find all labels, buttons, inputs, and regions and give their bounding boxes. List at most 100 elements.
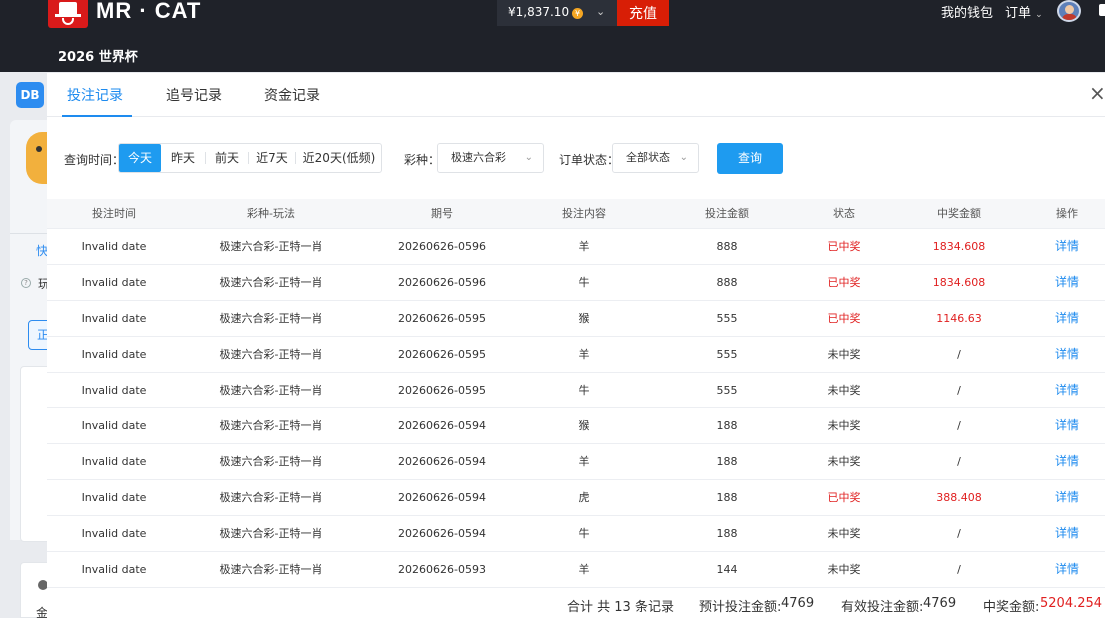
- table-row: Invalid date 极速六合彩-正特一肖 20260626-0595 猴 555 已…: [47, 301, 1105, 337]
- table-row: Invalid date 极速六合彩-正特一肖 20260626-0595 羊 555 未…: [47, 337, 1105, 373]
- table-row: Invalid date 极速六合彩-正特一肖 20260626-0596 羊 888 已…: [47, 229, 1105, 265]
- detail-link[interactable]: 详情: [1037, 229, 1097, 264]
- total-records-text: 合计 共 13 条记录: [567, 600, 674, 615]
- cell-status: 未中奖: [827, 347, 861, 361]
- detail-link[interactable]: 详情: [1037, 373, 1097, 408]
- lottery-select[interactable]: 极速六合彩 ⌄: [437, 143, 544, 173]
- cell-bet-time: Invalid date: [81, 240, 147, 253]
- orders-menu[interactable]: 订单 ⌄: [1005, 2, 1043, 21]
- close-icon[interactable]: ×: [1089, 83, 1105, 103]
- world-cup-nav-link[interactable]: 2026 世界杯: [58, 46, 138, 65]
- cell-status: 已中奖: [827, 240, 861, 253]
- cell-prize: /: [957, 527, 961, 541]
- cell-issue: 20260626-0594: [398, 491, 486, 505]
- brand-name[interactable]: MR · CAT: [96, 0, 201, 24]
- cell-game: 极速六合彩-正特一肖: [219, 527, 323, 541]
- filter-bar: 查询时间： 今天 昨天 前天 近7天 近20天(低频) 彩种： 极速六合彩 ⌄ …: [47, 143, 1105, 175]
- range-yesterday-button[interactable]: 昨天: [161, 144, 205, 172]
- detail-link[interactable]: 详情: [1037, 552, 1097, 587]
- cell-issue: 20260626-0595: [398, 347, 486, 361]
- chevron-down-icon: ⌄: [524, 152, 533, 163]
- background-divider: [10, 233, 50, 234]
- bell-icon[interactable]: [1099, 4, 1105, 16]
- cell-status: 已中奖: [827, 491, 861, 505]
- recharge-button[interactable]: 充值: [617, 0, 669, 26]
- table-row: Invalid date 极速六合彩-正特一肖 20260626-0593 羊 144 未…: [47, 552, 1105, 588]
- chevron-down-icon: ⌄: [679, 152, 688, 163]
- cell-prize: 1834.608: [932, 240, 986, 253]
- cell-game: 极速六合彩-正特一肖: [219, 275, 323, 289]
- cell-game: 极速六合彩-正特一肖: [219, 491, 323, 505]
- detail-link[interactable]: 详情: [1037, 265, 1097, 300]
- detail-link[interactable]: 详情: [1037, 444, 1097, 479]
- expected-amount-value: 4769: [781, 596, 815, 611]
- detail-link[interactable]: 详情: [1037, 337, 1097, 372]
- col-header-bet-time: 投注时间: [92, 207, 136, 220]
- cell-status: 已中奖: [827, 311, 861, 325]
- detail-link[interactable]: 详情: [1037, 480, 1097, 515]
- cell-content: 羊: [578, 240, 590, 253]
- cell-game: 极速六合彩-正特一肖: [219, 419, 323, 433]
- chevron-down-icon: ⌄: [1035, 10, 1043, 20]
- cell-content: 羊: [578, 455, 590, 469]
- prize-amount-value: 5204.254: [1040, 596, 1103, 611]
- range-20-days-button[interactable]: 近20天(低频): [296, 144, 382, 172]
- cell-issue: 20260626-0595: [398, 383, 486, 397]
- status-select-value: 全部状态: [626, 151, 670, 164]
- prize-amount-label: 中奖金额:: [983, 600, 1040, 615]
- cell-status: 未中奖: [827, 527, 861, 541]
- tab-fund-records[interactable]: 资金记录: [264, 85, 320, 105]
- user-avatar[interactable]: [1057, 0, 1081, 22]
- cell-game: 极速六合彩-正特一肖: [219, 311, 323, 325]
- col-header-amount: 投注金额: [705, 207, 749, 220]
- cell-bet-time: Invalid date: [81, 311, 147, 325]
- cell-bet-time: Invalid date: [81, 383, 147, 397]
- cell-amount: 144: [716, 563, 738, 577]
- table-body: Invalid date 极速六合彩-正特一肖 20260626-0596 羊 888 已…: [47, 229, 1105, 588]
- balance-amount: ¥1,837.10: [508, 5, 570, 19]
- cell-content: 猴: [578, 419, 590, 433]
- range-day-before-button[interactable]: 前天: [206, 144, 248, 172]
- cell-prize: 388.408: [936, 491, 982, 505]
- col-header-prize: 中奖金额: [937, 207, 981, 220]
- cell-issue: 20260626-0593: [398, 563, 486, 577]
- cell-game: 极速六合彩-正特一肖: [219, 455, 323, 469]
- balance-dropdown[interactable]: ¥1,837.10 ¥ ⌄: [497, 0, 617, 26]
- tab-bet-records[interactable]: 投注记录: [67, 85, 123, 105]
- range-7-days-button[interactable]: 近7天: [249, 144, 295, 172]
- cell-prize: 1146.63: [936, 311, 982, 325]
- detail-link[interactable]: 详情: [1037, 408, 1097, 443]
- cell-bet-time: Invalid date: [81, 455, 147, 469]
- status-select[interactable]: 全部状态 ⌄: [612, 143, 699, 173]
- cell-status: 已中奖: [827, 275, 861, 289]
- cell-game: 极速六合彩-正特一肖: [219, 347, 323, 361]
- detail-link[interactable]: 详情: [1037, 516, 1097, 551]
- cell-status: 未中奖: [827, 563, 861, 577]
- cell-bet-time: Invalid date: [81, 419, 147, 433]
- cell-issue: 20260626-0594: [398, 455, 486, 469]
- table-row: Invalid date 极速六合彩-正特一肖 20260626-0594 猴 188 未…: [47, 408, 1105, 445]
- cell-status: 未中奖: [827, 419, 861, 433]
- cell-content: 牛: [578, 383, 590, 397]
- cell-status: 未中奖: [827, 455, 861, 469]
- tab-chase-records[interactable]: 追号记录: [166, 85, 222, 105]
- cell-status: 未中奖: [827, 383, 861, 397]
- help-icon[interactable]: ?: [21, 278, 31, 288]
- cell-amount: 888: [716, 240, 738, 253]
- chevron-down-icon: ⌄: [596, 5, 606, 18]
- detail-link[interactable]: 详情: [1037, 301, 1097, 336]
- background-card: [20, 366, 50, 542]
- cell-amount: 888: [716, 275, 738, 289]
- orders-menu-label: 订单: [1005, 6, 1032, 21]
- cell-amount: 555: [716, 383, 738, 397]
- lottery-select-value: 极速六合彩: [451, 151, 506, 164]
- range-today-button[interactable]: 今天: [119, 144, 161, 172]
- cell-bet-time: Invalid date: [81, 527, 147, 541]
- cell-amount: 555: [716, 311, 738, 325]
- table-row: Invalid date 极速六合彩-正特一肖 20260626-0594 虎 188 已…: [47, 480, 1105, 517]
- query-button[interactable]: 查询: [717, 143, 783, 174]
- brand-logo-icon[interactable]: [48, 0, 88, 28]
- my-wallet-link[interactable]: 我的钱包: [941, 2, 993, 21]
- lottery-filter-label: 彩种：: [404, 153, 441, 167]
- bet-records-table: 投注时间 彩种-玩法 期号 投注内容 投注金额 状态 中奖金额 操作 Inval…: [47, 199, 1105, 588]
